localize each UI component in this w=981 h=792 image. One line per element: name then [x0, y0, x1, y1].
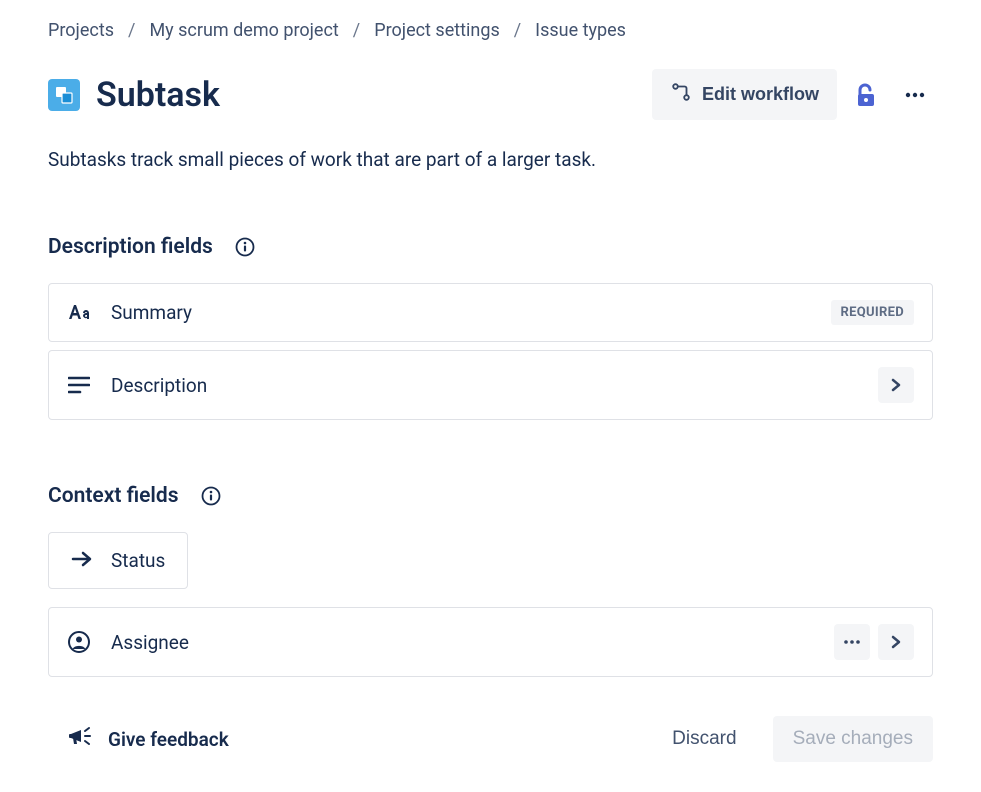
field-row-summary[interactable]: Summary REQUIRED — [48, 283, 933, 342]
subtask-icon — [48, 79, 80, 111]
megaphone-icon — [68, 725, 94, 753]
expand-button[interactable] — [878, 624, 914, 660]
breadcrumb-link-project[interactable]: My scrum demo project — [149, 20, 338, 41]
info-icon[interactable] — [235, 237, 255, 257]
status-label: Status — [111, 549, 165, 572]
field-label: Summary — [111, 301, 192, 324]
give-feedback-button[interactable]: Give feedback — [68, 725, 229, 753]
header-row: Subtask Edit workflow — [48, 69, 933, 120]
breadcrumb-separator: / — [128, 20, 135, 41]
footer: Give feedback Discard Save changes — [0, 696, 981, 792]
info-icon[interactable] — [201, 486, 221, 506]
field-label: Assignee — [111, 631, 189, 654]
more-actions-button[interactable] — [897, 77, 933, 113]
field-row-description[interactable]: Description — [48, 350, 933, 420]
lock-icon[interactable] — [855, 83, 879, 107]
field-row-assignee[interactable]: Assignee — [48, 607, 933, 677]
field-more-button[interactable] — [834, 624, 870, 660]
feedback-label: Give feedback — [108, 728, 229, 751]
required-badge: REQUIRED — [831, 300, 914, 325]
breadcrumb-link-issuetypes[interactable]: Issue types — [535, 20, 626, 41]
edit-workflow-button[interactable]: Edit workflow — [652, 69, 837, 120]
description-fields-header: Description fields — [48, 235, 933, 259]
breadcrumb: Projects / My scrum demo project / Proje… — [48, 20, 933, 41]
save-changes-button[interactable]: Save changes — [773, 716, 933, 762]
context-fields-header: Context fields — [48, 484, 933, 508]
edit-workflow-label: Edit workflow — [702, 84, 819, 105]
breadcrumb-separator: / — [514, 20, 521, 41]
status-button[interactable]: Status — [48, 532, 188, 589]
breadcrumb-link-projects[interactable]: Projects — [48, 20, 114, 41]
breadcrumb-separator: / — [353, 20, 360, 41]
person-icon — [67, 630, 91, 654]
field-label: Description — [111, 374, 207, 397]
description-fields-title: Description fields — [48, 235, 213, 259]
breadcrumb-link-settings[interactable]: Project settings — [374, 20, 500, 41]
page-title: Subtask — [96, 75, 220, 115]
arrow-right-icon — [71, 550, 93, 572]
context-fields-title: Context fields — [48, 484, 179, 508]
issue-type-description: Subtasks track small pieces of work that… — [48, 148, 933, 171]
text-field-icon — [67, 301, 91, 325]
discard-button[interactable]: Discard — [656, 718, 752, 760]
paragraph-icon — [67, 373, 91, 397]
expand-button[interactable] — [878, 367, 914, 403]
workflow-icon — [670, 81, 692, 108]
